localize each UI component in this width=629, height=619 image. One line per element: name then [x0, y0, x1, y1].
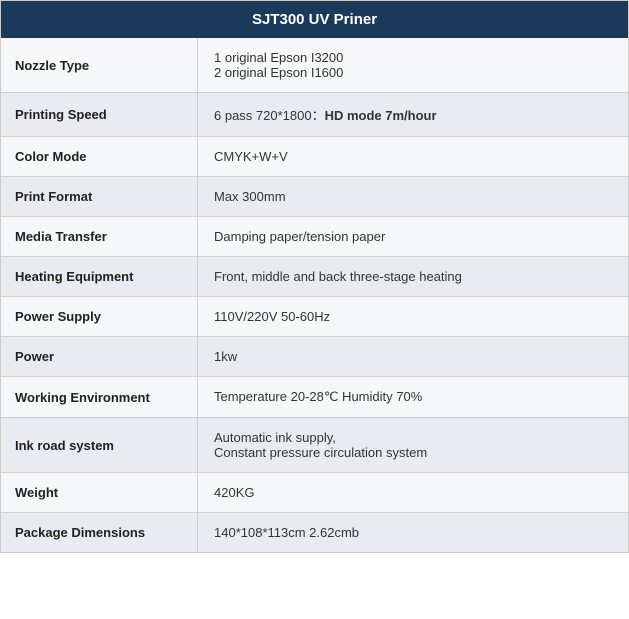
table-row: Working Environment Temperature 20-28℃ H…	[1, 377, 628, 418]
row-value-ink-road-system: Automatic ink supply, Constant pressure …	[198, 418, 628, 472]
table-header: SJT300 UV Priner	[1, 1, 628, 38]
row-label-power: Power	[1, 337, 198, 376]
row-value-nozzle-type: 1 original Epson I3200 2 original Epson …	[198, 38, 628, 92]
table-row: Media Transfer Damping paper/tension pap…	[1, 217, 628, 257]
row-label-nozzle-type: Nozzle Type	[1, 38, 198, 92]
row-label-media-transfer: Media Transfer	[1, 217, 198, 256]
table-row: Power 1kw	[1, 337, 628, 377]
row-label-heating-equipment: Heating Equipment	[1, 257, 198, 296]
row-label-weight: Weight	[1, 473, 198, 512]
table-row: Power Supply 110V/220V 50-60Hz	[1, 297, 628, 337]
row-value-heating-equipment: Front, middle and back three-stage heati…	[198, 257, 628, 296]
table-row: Package Dimensions 140*108*113cm 2.62cmb	[1, 513, 628, 552]
row-label-ink-road-system: Ink road system	[1, 418, 198, 472]
row-label-printing-speed: Printing Speed	[1, 93, 198, 136]
spec-table: SJT300 UV Priner Nozzle Type 1 original …	[0, 0, 629, 553]
row-value-weight: 420KG	[198, 473, 628, 512]
row-value-media-transfer: Damping paper/tension paper	[198, 217, 628, 256]
row-value-working-environment: Temperature 20-28℃ Humidity 70%	[198, 377, 628, 417]
table-row: Nozzle Type 1 original Epson I3200 2 ori…	[1, 38, 628, 93]
row-label-power-supply: Power Supply	[1, 297, 198, 336]
row-label-print-format: Print Format	[1, 177, 198, 216]
row-value-package-dimensions: 140*108*113cm 2.62cmb	[198, 513, 628, 552]
row-value-color-mode: CMYK+W+V	[198, 137, 628, 176]
table-row: Heating Equipment Front, middle and back…	[1, 257, 628, 297]
table-row: Printing Speed 6 pass 720*1800：HD mode 7…	[1, 93, 628, 137]
table-row: Weight 420KG	[1, 473, 628, 513]
row-value-printing-speed: 6 pass 720*1800：HD mode 7m/hour	[198, 93, 628, 136]
row-label-color-mode: Color Mode	[1, 137, 198, 176]
table-row: Color Mode CMYK+W+V	[1, 137, 628, 177]
row-label-working-environment: Working Environment	[1, 377, 198, 417]
table-title: SJT300 UV Priner	[252, 11, 377, 28]
speed-prefix: 6 pass 720*1800：	[214, 108, 325, 123]
row-value-print-format: Max 300mm	[198, 177, 628, 216]
table-row: Ink road system Automatic ink supply, Co…	[1, 418, 628, 473]
row-value-power-supply: 110V/220V 50-60Hz	[198, 297, 628, 336]
row-label-package-dimensions: Package Dimensions	[1, 513, 198, 552]
table-row: Print Format Max 300mm	[1, 177, 628, 217]
speed-bold: HD mode 7m/hour	[325, 108, 437, 123]
row-value-power: 1kw	[198, 337, 628, 376]
